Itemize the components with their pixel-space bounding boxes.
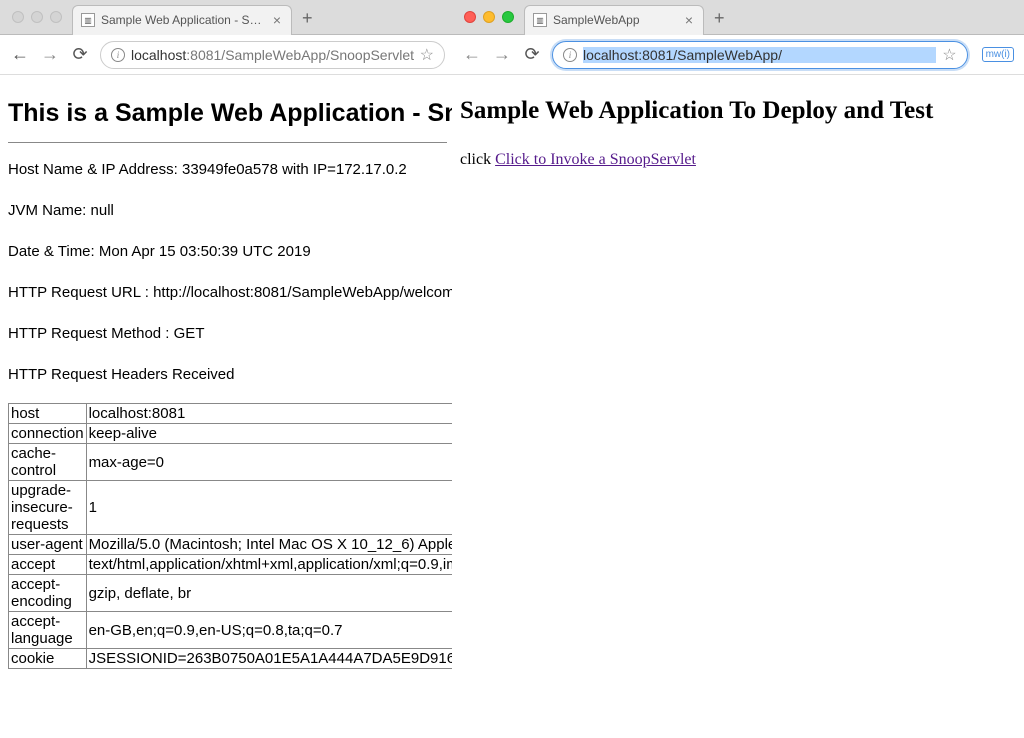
back-button[interactable]: ← [10,44,30,65]
address-bar[interactable]: i localhost:8081/SampleWebApp/SnoopServl… [100,41,445,69]
header-value: text/html,application/xhtml+xml,applicat… [86,555,455,575]
browser-window-left: ▥ Sample Web Application - Snoo × + ← → … [0,0,455,738]
maximize-window-button[interactable] [502,11,514,23]
host-info: Host Name & IP Address: 33949fe0a578 wit… [8,161,447,178]
favicon-icon: ▥ [81,13,95,27]
address-bar[interactable]: i localhost:8081/SampleWebApp/ ☆ [552,41,968,69]
table-row: hostlocalhost:8081 [9,404,456,424]
table-row: upgrade-insecure-requests1 [9,481,456,535]
browser-window-right: ▥ SampleWebApp × + ← → ⟳ i localhost:808… [452,0,1024,738]
header-value: 1 [86,481,455,535]
divider [8,142,447,143]
tab-title: SampleWebApp [553,13,677,27]
favicon-icon: ▥ [533,13,547,27]
click-prefix: click [460,151,495,168]
traffic-lights [8,11,72,23]
header-name: accept-language [9,612,87,649]
table-row: accept-languageen-GB,en;q=0.9,en-US;q=0.… [9,612,456,649]
bookmark-star-icon[interactable]: ☆ [942,45,956,65]
toolbar: ← → ⟳ i localhost:8081/SampleWebApp/Snoo… [0,35,455,75]
header-name: upgrade-insecure-requests [9,481,87,535]
header-value: Mozilla/5.0 (Macintosh; Intel Mac OS X 1… [86,535,455,555]
table-row: cache-controlmax-age=0 [9,444,456,481]
back-button[interactable]: ← [462,44,482,65]
header-value: max-age=0 [86,444,455,481]
tab-bar: ▥ Sample Web Application - Snoo × + [0,0,455,35]
header-name: accept [9,555,87,575]
table-row: accept-encodinggzip, deflate, br [9,575,456,612]
tab-title: Sample Web Application - Snoo [101,13,265,27]
headers-label: HTTP Request Headers Received [8,366,447,383]
table-row: accepttext/html,application/xhtml+xml,ap… [9,555,456,575]
site-info-icon[interactable]: i [111,48,125,62]
header-value: localhost:8081 [86,404,455,424]
page-content: This is a Sample Web Application - Snoop… [0,75,455,738]
header-name: user-agent [9,535,87,555]
invoke-snoop-link[interactable]: Click to Invoke a SnoopServlet [495,151,696,168]
maximize-window-button[interactable] [50,11,62,23]
jvm-info: JVM Name: null [8,202,447,219]
traffic-lights [460,11,524,23]
header-name: host [9,404,87,424]
header-name: cache-control [9,444,87,481]
browser-tab[interactable]: ▥ SampleWebApp × [524,5,704,35]
invoke-paragraph: click Click to Invoke a SnoopServlet [460,151,1016,169]
header-value: JSESSIONID=263B0750A01E5A1A444A7DA5E9D91… [86,649,455,669]
bookmark-star-icon[interactable]: ☆ [420,45,434,65]
close-window-button[interactable] [464,11,476,23]
toolbar: ← → ⟳ i localhost:8081/SampleWebApp/ ☆ m… [452,35,1024,75]
table-row: connectionkeep-alive [9,424,456,444]
header-name: connection [9,424,87,444]
reload-button[interactable]: ⟳ [522,44,542,65]
page-heading: This is a Sample Web Application - Snoop… [8,99,447,128]
reload-button[interactable]: ⟳ [70,44,90,65]
url-text: localhost:8081/SampleWebApp/SnoopServlet [131,47,414,63]
browser-tab[interactable]: ▥ Sample Web Application - Snoo × [72,5,292,35]
forward-button[interactable]: → [492,44,512,65]
forward-button[interactable]: → [40,44,60,65]
table-row: user-agentMozilla/5.0 (Macintosh; Intel … [9,535,456,555]
header-name: cookie [9,649,87,669]
page-content: Sample Web Application To Deploy and Tes… [452,75,1024,738]
tab-bar: ▥ SampleWebApp × + [452,0,1024,35]
request-method-info: HTTP Request Method : GET [8,325,447,342]
date-info: Date & Time: Mon Apr 15 03:50:39 UTC 201… [8,243,447,260]
headers-table: hostlocalhost:8081connectionkeep-aliveca… [8,403,455,669]
site-info-icon[interactable]: i [563,48,577,62]
extension-icon[interactable]: mw(i) [982,47,1014,62]
url-text: localhost:8081/SampleWebApp/ [583,47,936,63]
header-value: gzip, deflate, br [86,575,455,612]
new-tab-button[interactable]: + [292,8,323,29]
close-tab-icon[interactable]: × [683,12,695,28]
header-name: accept-encoding [9,575,87,612]
new-tab-button[interactable]: + [704,8,735,29]
minimize-window-button[interactable] [483,11,495,23]
close-window-button[interactable] [12,11,24,23]
table-row: cookieJSESSIONID=263B0750A01E5A1A444A7DA… [9,649,456,669]
close-tab-icon[interactable]: × [271,12,283,28]
header-value: keep-alive [86,424,455,444]
page-heading: Sample Web Application To Deploy and Tes… [460,97,1016,125]
header-value: en-GB,en;q=0.9,en-US;q=0.8,ta;q=0.7 [86,612,455,649]
request-url-info: HTTP Request URL : http://localhost:8081… [8,284,447,301]
minimize-window-button[interactable] [31,11,43,23]
